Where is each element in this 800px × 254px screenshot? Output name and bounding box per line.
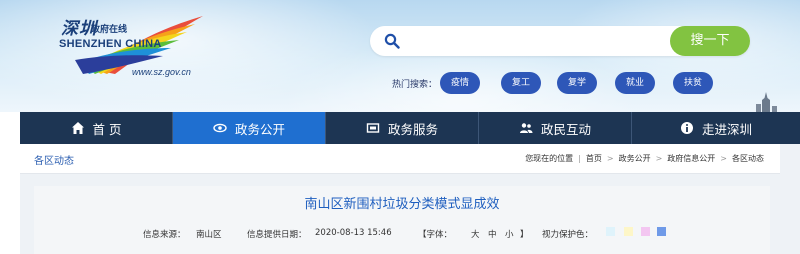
breadcrumb: 您现在的位置 | 首页 > 政务公开 > 政府信息公开 > 各区动态 bbox=[525, 153, 764, 164]
home-icon bbox=[71, 122, 84, 134]
nav-item-service[interactable]: 政务服务 bbox=[326, 112, 479, 144]
source-value: 南山区 bbox=[196, 230, 222, 240]
font-size-large[interactable]: 大 bbox=[471, 228, 480, 240]
date-value: 2020-08-13 15:46 bbox=[315, 228, 392, 238]
article-title: 南山区新围村垃圾分类模式显成效 bbox=[304, 197, 500, 212]
nav-item-label: 政务公开 bbox=[234, 121, 285, 137]
nav-item-label: 政民互动 bbox=[540, 121, 591, 137]
search-icon bbox=[384, 33, 400, 49]
nav-item-about-shenzhen[interactable]: 走进深圳 bbox=[632, 112, 800, 144]
hot-search-label: 热门搜索： bbox=[392, 80, 438, 90]
breadcrumb-separator: > bbox=[655, 154, 663, 163]
vision-label: 视力保护色： bbox=[542, 230, 594, 240]
nav-item-label: 首 页 bbox=[92, 121, 122, 137]
breadcrumb-item[interactable]: 政府信息公开 bbox=[667, 153, 715, 164]
logo-english-title: SHENZHEN CHINA bbox=[59, 38, 162, 50]
hot-tag[interactable]: 就业 bbox=[615, 72, 655, 94]
nav-item-label: 走进深圳 bbox=[701, 121, 752, 137]
nav-item-transparency[interactable]: 政务公开 bbox=[173, 112, 326, 144]
people-icon bbox=[519, 123, 533, 133]
transparency-icon bbox=[213, 123, 227, 133]
breadcrumb-separator: > bbox=[606, 154, 614, 163]
search-button[interactable]: 搜一下 bbox=[670, 26, 750, 56]
nav-item-label: 政务服务 bbox=[387, 121, 438, 137]
logo-chinese-subtitle: 政府在线 bbox=[91, 25, 128, 35]
font-size-close: 】 bbox=[520, 230, 529, 240]
vision-color-swatch[interactable] bbox=[606, 227, 615, 236]
vision-color-swatch[interactable] bbox=[641, 227, 650, 236]
font-size-medium[interactable]: 中 bbox=[488, 228, 497, 240]
font-size-label: 【字体： bbox=[418, 230, 453, 240]
building-icon bbox=[756, 92, 777, 114]
nav-item-interaction[interactable]: 政民互动 bbox=[479, 112, 632, 144]
breadcrumb-item[interactable]: 首页 bbox=[586, 153, 602, 164]
date-label: 信息提供日期： bbox=[247, 230, 307, 240]
main-nav: 首 页 政务公开 政务服务 政民互动 走进深圳 bbox=[20, 112, 800, 144]
info-icon bbox=[680, 122, 693, 134]
section-title: 各区动态 bbox=[34, 156, 74, 167]
hot-tag[interactable]: 复学 bbox=[557, 72, 597, 94]
site-url: www.sz.gov.cn bbox=[132, 67, 191, 77]
hot-tag[interactable]: 疫情 bbox=[440, 72, 480, 94]
hot-tag[interactable]: 复工 bbox=[501, 72, 541, 94]
breadcrumb-item[interactable]: 政务公开 bbox=[619, 153, 651, 164]
breadcrumb-item[interactable]: 各区动态 bbox=[732, 153, 764, 164]
nav-item-home[interactable]: 首 页 bbox=[20, 112, 173, 144]
service-icon bbox=[366, 123, 380, 133]
breadcrumb-separator: > bbox=[720, 154, 727, 163]
source-label: 信息来源： bbox=[143, 230, 186, 240]
search-input[interactable] bbox=[408, 30, 658, 52]
breadcrumb-prefix: 您现在的位置 bbox=[525, 154, 574, 163]
breadcrumb-separator: | bbox=[578, 154, 581, 163]
font-size-small[interactable]: 小 bbox=[505, 228, 514, 240]
vision-color-swatch[interactable] bbox=[657, 227, 666, 236]
hot-tag[interactable]: 扶贫 bbox=[673, 72, 713, 94]
vision-color-swatch[interactable] bbox=[624, 227, 633, 236]
